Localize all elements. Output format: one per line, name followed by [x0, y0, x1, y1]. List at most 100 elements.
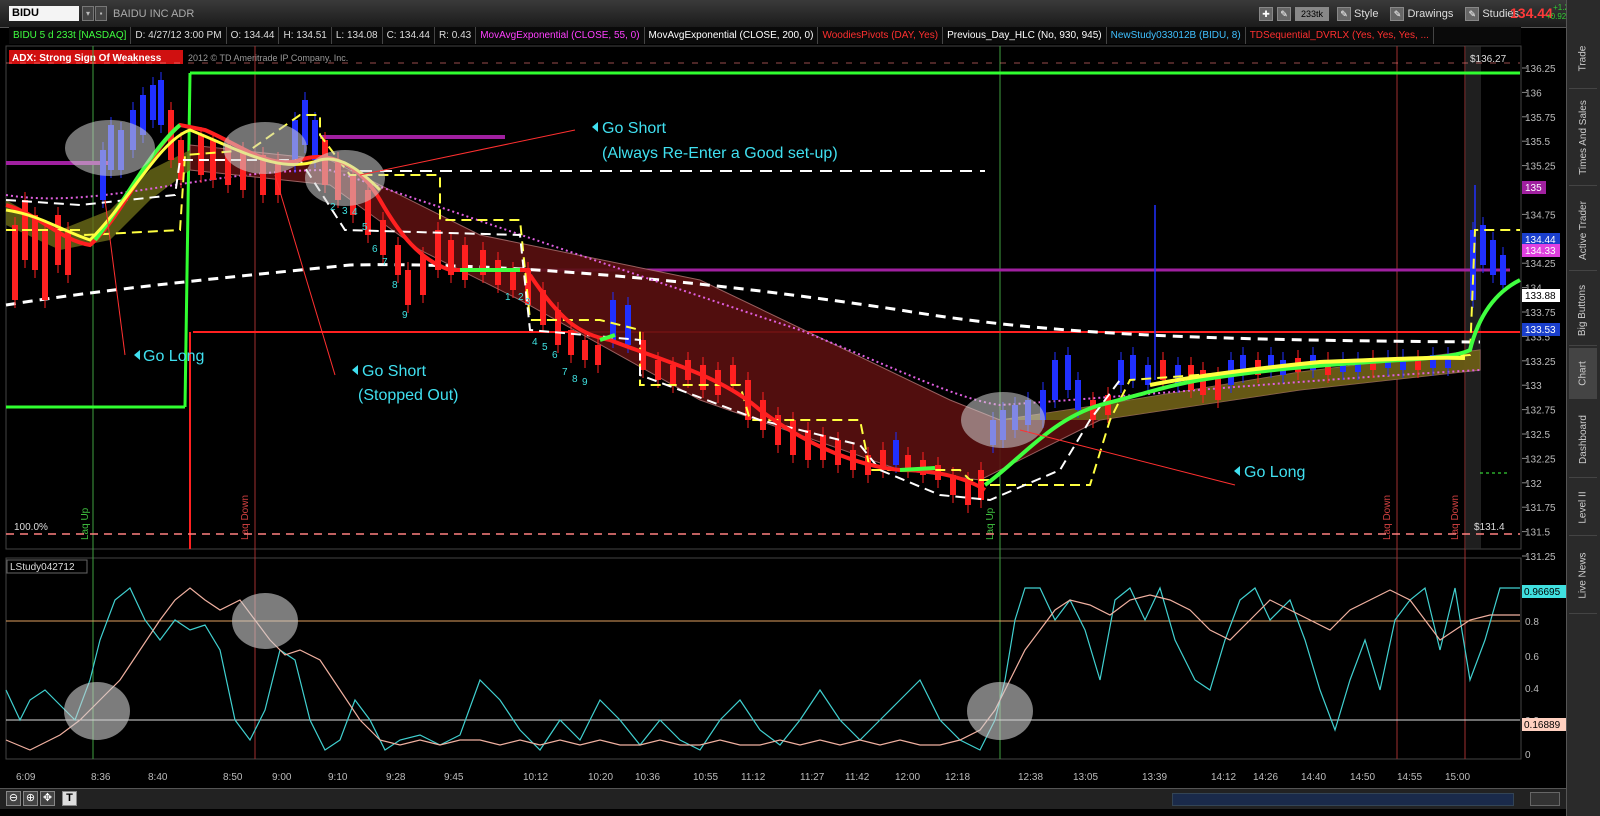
- td-count: 9: [402, 310, 408, 321]
- time-tick-label: 10:20: [588, 772, 613, 783]
- td-count: 3: [342, 206, 348, 217]
- price-tick-label: 136.25: [1525, 64, 1556, 75]
- time-tick-label: 15:00: [1445, 772, 1470, 783]
- candle-body: [55, 215, 61, 265]
- annotation-text: Go Long: [1244, 464, 1305, 481]
- candle-body: [1145, 365, 1151, 385]
- time-tick-label: 8:40: [148, 772, 168, 783]
- sidebar-tab-times-and-sales[interactable]: Times And Sales: [1569, 90, 1597, 186]
- candle-body: [395, 245, 401, 275]
- marker-label: Laq Down: [1450, 495, 1461, 540]
- td-count: 2: [518, 292, 524, 303]
- time-tick-label: 9:45: [444, 772, 464, 783]
- time-tick-label: 9:10: [328, 772, 348, 783]
- highlight-circle: [223, 122, 307, 174]
- time-tick-label: 10:12: [523, 772, 548, 783]
- price-tick-label: 135.5: [1525, 137, 1550, 148]
- td-count: 6: [552, 350, 558, 361]
- annotation-text: Go Short: [602, 120, 667, 137]
- td-count: 2: [330, 202, 336, 213]
- price-tick-label: 136: [1525, 88, 1542, 99]
- annotation-text: Go Long: [143, 348, 204, 365]
- time-scrollbar[interactable]: [1172, 793, 1514, 806]
- lower-tick-label: 0.6: [1525, 652, 1539, 663]
- candle-body: [655, 360, 661, 380]
- price-badge-label: 134.33: [1525, 246, 1556, 257]
- candle-body: [510, 270, 516, 290]
- candle-body: [1065, 355, 1071, 390]
- candle-body: [1075, 380, 1081, 410]
- highlight-circle: [961, 392, 1045, 448]
- sidebar-tab-chart[interactable]: Chart: [1569, 348, 1597, 399]
- price-tick-label: 132.75: [1525, 406, 1556, 417]
- sidebar-tab-active-trader[interactable]: Active Trader: [1569, 190, 1597, 271]
- zoom-in-icon[interactable]: ⊕: [23, 791, 38, 806]
- price-tick-label: 134.25: [1525, 259, 1556, 270]
- marker-label: Laq Up: [80, 507, 91, 540]
- candle-body: [32, 215, 38, 270]
- lower-tick-label: 0.8: [1525, 617, 1539, 628]
- time-tick-label: 9:00: [272, 772, 292, 783]
- sidebar-tab-dashboard[interactable]: Dashboard: [1569, 402, 1597, 478]
- td-count: 5: [542, 342, 548, 353]
- time-tick-label: 13:39: [1142, 772, 1167, 783]
- time-tick-label: 12:38: [1018, 772, 1043, 783]
- candle-body: [420, 255, 426, 295]
- td-count: 7: [562, 367, 568, 378]
- text-icon[interactable]: T: [62, 791, 77, 806]
- zoom-out-icon[interactable]: ⊖: [6, 791, 21, 806]
- price-badge-label: 133.88: [1525, 291, 1556, 302]
- td-count: 8: [572, 374, 578, 385]
- td-count: 4: [532, 337, 538, 348]
- td-count: 7: [382, 257, 388, 268]
- time-tick-label: 14:50: [1350, 772, 1375, 783]
- candle-body: [1490, 240, 1496, 275]
- marker-label: Laq Down: [1382, 495, 1393, 540]
- sidebar-tab-big-buttons[interactable]: Big Buttons: [1569, 275, 1597, 346]
- candle-body: [405, 270, 411, 305]
- price-badge-label: 135: [1525, 183, 1542, 194]
- lower-tick-label: 0.4: [1525, 684, 1539, 695]
- sidebar-tab-live-news[interactable]: Live News: [1569, 538, 1597, 614]
- time-tick-label: 8:50: [223, 772, 243, 783]
- candle-body: [1130, 355, 1136, 380]
- candle-body: [582, 340, 588, 360]
- candle-body: [893, 440, 899, 465]
- time-tick-label: 12:18: [945, 772, 970, 783]
- price-chart[interactable]: ADX: Strong Sign Of Weakness 2012 © TD Am…: [0, 0, 1566, 788]
- td-count: 1: [505, 292, 511, 303]
- price-tick-label: 134.75: [1525, 210, 1556, 221]
- lower-tick-label: 0: [1525, 750, 1531, 761]
- td-count: 8: [392, 280, 398, 291]
- candle-body: [595, 345, 601, 365]
- candle-body: [805, 430, 811, 460]
- candle-body: [150, 85, 156, 120]
- pan-icon[interactable]: ✥: [40, 791, 55, 806]
- highlight-circle: [232, 593, 298, 649]
- candle-body: [198, 135, 204, 175]
- low-label: $131.4: [1474, 522, 1505, 533]
- time-tick-label: 10:55: [693, 772, 718, 783]
- price-tick-label: 132.25: [1525, 454, 1556, 465]
- candle-body: [1500, 255, 1506, 285]
- highlight-circle: [967, 682, 1033, 740]
- candle-body: [42, 230, 48, 300]
- price-tick-label: 133.75: [1525, 308, 1556, 319]
- zoom-control[interactable]: [1530, 792, 1560, 806]
- time-tick-label: 8:36: [91, 772, 111, 783]
- candle-body: [730, 365, 736, 385]
- highlight-circle: [305, 150, 385, 206]
- time-tick-label: 11:42: [845, 772, 870, 783]
- annotation-text: (Always Re-Enter a Good set-up): [602, 145, 838, 162]
- high-label: $136.27: [1470, 54, 1507, 65]
- sidebar-tab-trade[interactable]: Trade: [1569, 28, 1597, 89]
- td-count: 6: [372, 244, 378, 255]
- price-tick-label: 133: [1525, 381, 1542, 392]
- time-tick-label: 14:26: [1253, 772, 1278, 783]
- lower-badge-bottom-label: 0.16889: [1524, 720, 1561, 731]
- sidebar-tab-level-ii[interactable]: Level II: [1569, 480, 1597, 536]
- adx-label: ADX: Strong Sign Of Weakness: [12, 53, 162, 64]
- annotation-text: (Stopped Out): [358, 387, 459, 404]
- time-tick-label: 9:28: [386, 772, 406, 783]
- time-tick-label: 11:12: [741, 772, 766, 783]
